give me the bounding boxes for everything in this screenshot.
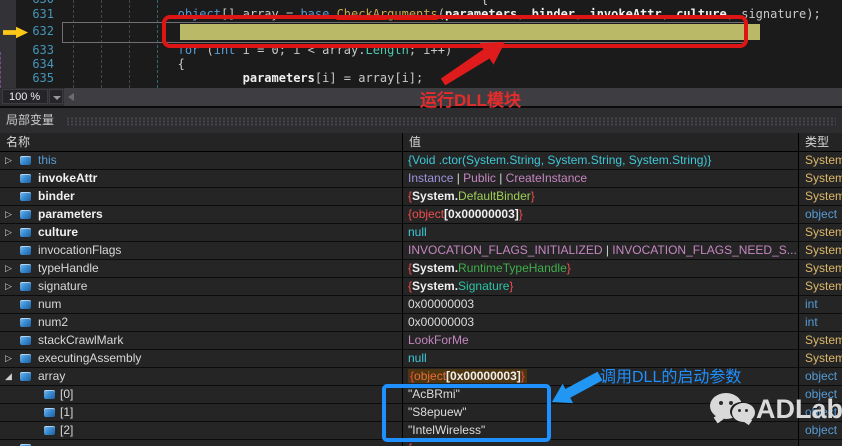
local-value[interactable]: Instance | Public | CreateInstance <box>402 170 798 187</box>
column-header-type[interactable]: 类型 <box>805 133 829 152</box>
variable-icon <box>20 336 31 345</box>
variable-icon <box>20 372 31 381</box>
column-header-name[interactable]: 名称 <box>6 133 30 152</box>
local-row-invocationFlags[interactable]: invocationFlags INVOCATION_FLAGS_INITIALI… <box>0 242 842 260</box>
expand-icon[interactable]: ▷ <box>5 278 16 295</box>
variable-icon <box>20 174 31 183</box>
variable-icon <box>20 210 31 219</box>
zoom-dropdown-button[interactable] <box>49 89 63 104</box>
wechat-icon <box>708 393 758 427</box>
local-type: object <box>805 207 838 221</box>
adlab-watermark: ADLab <box>708 391 842 431</box>
expand-icon[interactable]: ▷ <box>5 350 16 367</box>
variable-icon <box>20 300 31 309</box>
local-row-num[interactable]: num 0x00000003 int <box>0 296 842 314</box>
local-name: typeHandle <box>38 261 99 275</box>
local-name: [1] <box>60 405 74 419</box>
variable-icon <box>20 354 31 363</box>
vs-debugger-screen: 630631632633634635 { object[] array = ba… <box>0 0 842 446</box>
local-type: System <box>805 243 842 257</box>
local-value[interactable]: {object[0x00000003]} <box>402 206 798 223</box>
variable-icon <box>20 318 31 327</box>
local-type: object <box>805 369 838 383</box>
local-name: binder <box>38 189 75 203</box>
local-value[interactable]: {System.RuntimeTypeHandle} <box>402 260 798 277</box>
local-name: invokeAttr <box>38 171 98 185</box>
local-row-typeHandle[interactable]: ▷ typeHandle {System.RuntimeTypeHandle} Sys… <box>0 260 842 278</box>
local-name: [2] <box>60 423 74 437</box>
chevron-down-icon <box>53 96 61 100</box>
variable-icon <box>44 426 55 435</box>
local-row-culture[interactable]: ▷ culture null System <box>0 224 842 242</box>
local-name: parameters <box>38 207 103 221</box>
local-name: num2 <box>38 315 69 329</box>
local-row-num2[interactable]: num2 0x00000003 int <box>0 314 842 332</box>
run-dll-annotation-label: 运行DLL模块 <box>420 91 522 110</box>
variable-icon <box>20 246 31 255</box>
local-type: int <box>805 315 818 329</box>
column-header-value[interactable]: 值 <box>409 133 421 152</box>
local-row-this[interactable]: ▷ this {Void .ctor(System.String, System.S… <box>0 152 842 170</box>
variable-icon <box>20 282 31 291</box>
variable-icon <box>44 408 55 417</box>
local-name: executingAssembly <box>38 351 142 365</box>
local-type: System <box>805 171 842 185</box>
expand-icon[interactable]: ▷ <box>5 206 16 223</box>
locals-column-headers: 名称 值 类型 <box>0 133 842 152</box>
locals-panel-title: 局部变量 <box>6 113 55 127</box>
local-row-signature[interactable]: ▷ signature {System.Signature} System <box>0 278 842 296</box>
local-value[interactable]: INVOCATION_FLAGS_INITIALIZED | INVOCATIO… <box>402 242 798 259</box>
variable-icon <box>20 192 31 201</box>
local-value[interactable]: {System.DefaultBinder} <box>402 188 798 205</box>
local-type: int <box>805 297 818 311</box>
red-annotation-box <box>162 15 748 48</box>
local-name: culture <box>38 225 79 239</box>
collapse-icon[interactable]: ◢ <box>5 368 16 385</box>
local-value[interactable]: LookForMe <box>402 332 798 349</box>
local-name: stackCrawlMark <box>38 333 124 347</box>
local-type: System <box>805 351 842 365</box>
local-name: signature <box>38 279 88 293</box>
locals-panel-titlebar[interactable]: 局部变量 <box>0 108 842 133</box>
blue-annotation-box <box>382 384 551 442</box>
code-line-630[interactable]: { <box>62 0 488 7</box>
local-type: System <box>805 261 842 275</box>
watermark-text: ADLab <box>756 394 842 424</box>
local-type: System <box>805 225 842 239</box>
local-row-parameters[interactable]: ▷ parameters {object[0x00000003]} object <box>0 206 842 224</box>
code-line-635[interactable]: parameters[i] = array[i]; <box>62 71 424 86</box>
dll-params-annotation-label: 调用DLL的启动参数 <box>600 369 742 386</box>
selected-value-highlight: {object[0x00000003]} <box>408 369 527 383</box>
local-name: num <box>38 297 62 311</box>
local-value[interactable]: null <box>402 224 798 241</box>
local-value[interactable]: 0x00000003 <box>402 314 798 331</box>
local-name: array <box>38 369 66 383</box>
scroll-left-arrow-icon[interactable] <box>68 93 74 101</box>
local-row-stackCrawlMark[interactable]: stackCrawlMark LookForMe System <box>0 332 842 350</box>
variable-icon <box>44 390 55 399</box>
local-type: System <box>805 333 842 347</box>
variable-icon <box>20 264 31 273</box>
expand-icon[interactable]: ▷ <box>5 152 16 169</box>
local-name: invocationFlags <box>38 243 122 257</box>
variable-icon <box>20 156 31 165</box>
code-line-634[interactable]: { <box>62 57 185 72</box>
zoom-level-value: 100 % <box>9 91 41 103</box>
local-name: [0] <box>60 387 74 401</box>
local-value[interactable]: 0x00000003 <box>402 296 798 313</box>
titlebar-grip-texture <box>66 117 836 126</box>
expand-icon[interactable]: ▷ <box>5 260 16 277</box>
local-name: this <box>38 153 57 167</box>
local-value[interactable]: {Void .ctor(System.String, System.String… <box>402 152 798 169</box>
expand-icon[interactable]: ▷ <box>5 224 16 241</box>
local-value[interactable]: {System.Signature} <box>402 278 798 295</box>
local-type: System <box>805 279 842 293</box>
zoom-level-select[interactable]: 100 % <box>2 89 48 104</box>
local-type: System <box>805 153 842 167</box>
variable-icon <box>20 228 31 237</box>
local-type: System <box>805 189 842 203</box>
local-row-binder[interactable]: binder {System.DefaultBinder} System <box>0 188 842 206</box>
local-row-invokeAttr[interactable]: invokeAttr Instance | Public | CreateInst… <box>0 170 842 188</box>
